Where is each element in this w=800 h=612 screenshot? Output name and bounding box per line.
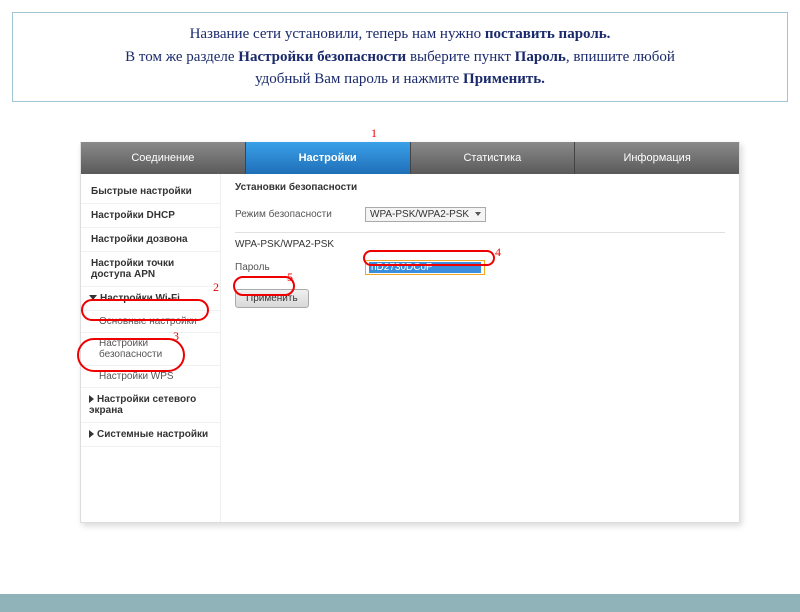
caret-right-icon [89,430,94,438]
instruction-panel: Название сети установили, теперь нам нуж… [12,12,788,102]
password-input[interactable] [369,262,481,273]
subsection-heading: WPA-PSK/WPA2-PSK [235,239,725,250]
divider [235,232,725,233]
select-value: WPA-PSK/WPA2-PSK [370,209,469,220]
nav-tabs: Соединение Настройки Статистика Информац… [81,142,739,174]
instr-bold: поставить пароль. [485,26,611,42]
tab-statistics[interactable]: Статистика [411,142,576,174]
sidebar-item-dial[interactable]: Настройки дозвона [81,228,220,252]
password-field-wrap[interactable] [365,260,485,275]
instr-text: В том же разделе [125,49,238,65]
mode-label: Режим безопасности [235,209,365,220]
instr-text: , впишите любой [566,49,675,65]
sidebar-sub-wifi-security[interactable]: Настройки безопасности [81,333,220,366]
instr-text: Название сети установили, теперь нам нуж… [190,26,485,42]
marker-1: 1 [371,126,377,141]
sidebar-sub-wifi-wps[interactable]: Настройки WPS [81,366,220,388]
router-window: Соединение Настройки Статистика Информац… [80,142,740,523]
tab-settings[interactable]: Настройки [246,142,411,174]
apply-button[interactable]: Применить [235,289,309,308]
sidebar-group-wifi[interactable]: Настройки Wi-Fi [81,287,220,311]
sidebar-item-label: Настройки Wi-Fi [100,293,180,304]
instr-bold: Настройки безопасности [238,49,406,65]
security-mode-select[interactable]: WPA-PSK/WPA2-PSK [365,207,486,222]
tab-info[interactable]: Информация [575,142,739,174]
tab-connection[interactable]: Соединение [81,142,246,174]
section-heading: Установки безопасности [235,182,725,193]
footer-bar [0,594,800,612]
instr-text: удобный Вам пароль и нажмите [255,71,463,87]
sidebar: Быстрые настройки Настройки DHCP Настрой… [81,174,221,522]
instr-bold: Применить. [463,71,545,87]
caret-down-icon [475,212,481,216]
instr-text: выберите пункт [406,49,514,65]
sidebar-sub-wifi-basic[interactable]: Основные настройки [81,311,220,333]
sidebar-item-dhcp[interactable]: Настройки DHCP [81,204,220,228]
main-panel: Установки безопасности Режим безопасност… [221,174,739,522]
sidebar-item-apn[interactable]: Настройки точки доступа APN [81,252,220,287]
sidebar-group-firewall[interactable]: Настройки сетевого экрана [81,388,220,423]
sidebar-item-quick[interactable]: Быстрые настройки [81,180,220,204]
sidebar-item-label: Настройки сетевого экрана [89,394,196,416]
caret-down-icon [89,295,97,300]
sidebar-item-label: Системные настройки [97,429,208,440]
caret-right-icon [89,395,94,403]
instr-bold: Пароль [515,49,566,65]
sidebar-group-system[interactable]: Системные настройки [81,423,220,447]
password-label: Пароль [235,262,365,273]
